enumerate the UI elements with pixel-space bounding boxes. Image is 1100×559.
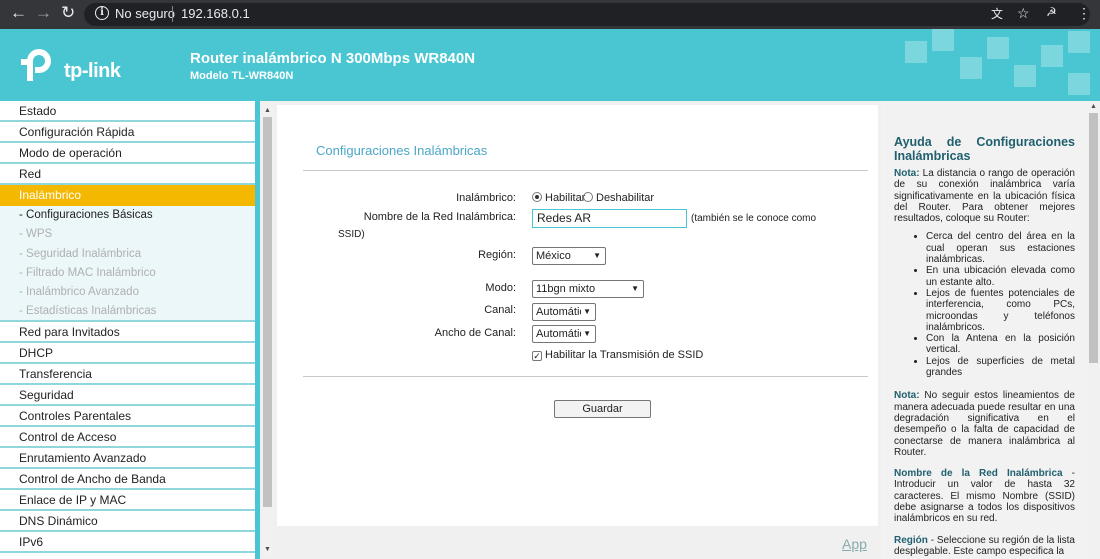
region-label: Región: bbox=[478, 249, 516, 261]
scroll-down-icon[interactable]: ▼ bbox=[264, 546, 271, 553]
translate-icon[interactable]: 文 bbox=[991, 5, 1003, 22]
scroll-up-icon[interactable]: ▲ bbox=[264, 107, 271, 114]
forward-icon[interactable]: → bbox=[35, 3, 52, 23]
header-banner: tp-link Router inalámbrico N 300Mbps WR8… bbox=[0, 29, 1100, 101]
sidebar-item-parental-controls[interactable]: Controles Parentales bbox=[0, 406, 255, 428]
sidebar-item-ipv6[interactable]: IPv6 bbox=[0, 532, 255, 554]
tp-link-logo-icon bbox=[21, 49, 51, 81]
back-icon[interactable]: ← bbox=[10, 3, 27, 23]
help-ssid: Nombre de la Red Inalámbrica - Introduci… bbox=[894, 468, 1075, 525]
ssid-broadcast-checkbox[interactable]: ✓ bbox=[532, 351, 542, 361]
ssid-note-cont: SSID) bbox=[338, 229, 365, 240]
wireless-label: Inalámbrico: bbox=[456, 192, 516, 204]
sidebar-item-access-control[interactable]: Control de Acceso bbox=[0, 427, 255, 449]
help-note-1: Nota: La distancia o rango de operación … bbox=[894, 168, 1075, 225]
browser-toolbar: ← → ↻ i No seguro 192.168.0.1 文 ☆ ☭ ⋮ bbox=[0, 0, 1100, 29]
sidebar-item-dynamic-dns[interactable]: DNS Dinámico bbox=[0, 511, 255, 533]
sidebar-item-bandwidth-control[interactable]: Control de Ancho de Banda bbox=[0, 469, 255, 491]
help-note-2: Nota: No seguir estos lineamientos de ma… bbox=[894, 390, 1075, 458]
chevron-down-icon: ▼ bbox=[581, 304, 591, 320]
main-content: ▲ ▼ Configuraciones Inalámbricas Inalámb… bbox=[260, 101, 881, 559]
wireless-enable-option[interactable]: Habilitar bbox=[532, 192, 585, 204]
scrollbar-thumb[interactable] bbox=[1089, 113, 1098, 363]
section-title: Configuraciones Inalámbricas bbox=[316, 143, 488, 158]
channel-width-select[interactable]: Automático ▼ bbox=[532, 325, 596, 343]
ssid-input[interactable]: Redes AR bbox=[532, 209, 687, 228]
sidebar-subitem-wps[interactable]: - WPS bbox=[0, 225, 255, 245]
menu-kebab-icon[interactable]: ⋮ bbox=[1077, 5, 1091, 22]
incognito-icon[interactable]: ☭ bbox=[1046, 5, 1057, 19]
list-item: Lejos de fuentes potenciales de interfer… bbox=[926, 288, 1075, 333]
bookmark-star-icon[interactable]: ☆ bbox=[1017, 5, 1030, 22]
sidebar-item-quick-setup[interactable]: Configuración Rápida bbox=[0, 122, 255, 143]
divider bbox=[303, 376, 868, 377]
mode-label: Modo: bbox=[485, 282, 516, 294]
chevron-down-icon: ▼ bbox=[593, 251, 601, 260]
sidebar-subitem-wireless-advanced[interactable]: - Inalámbrico Avanzado bbox=[0, 283, 255, 303]
ssid-broadcast-option[interactable]: ✓ Habilitar la Transmisión de SSID bbox=[532, 349, 703, 361]
sidebar-menu: Estado Configuración Rápida Modo de oper… bbox=[0, 101, 260, 559]
divider bbox=[303, 170, 868, 171]
channel-label: Canal: bbox=[484, 304, 516, 316]
sidebar-subitem-mac-filtering[interactable]: - Filtrado MAC Inalámbrico bbox=[0, 263, 255, 284]
channel-width-label: Ancho de Canal: bbox=[434, 327, 516, 339]
help-content: Ayuda de Configuraciones Inalámbricas No… bbox=[894, 135, 1075, 559]
sidebar-item-network[interactable]: Red bbox=[0, 164, 255, 185]
address-separator bbox=[172, 6, 173, 22]
sidebar-item-advanced-routing[interactable]: Enrutamiento Avanzado bbox=[0, 448, 255, 470]
ssid-note: (también se le conoce como bbox=[691, 213, 817, 224]
main-scrollbar[interactable]: ▲ ▼ bbox=[262, 105, 273, 557]
wireless-disable-option[interactable]: Deshabilitar bbox=[583, 192, 654, 204]
sidebar-item-forwarding[interactable]: Transferencia bbox=[0, 364, 255, 386]
scroll-up-icon[interactable]: ▲ bbox=[1090, 103, 1097, 110]
sidebar-item-ip-mac-binding[interactable]: Enlace de IP y MAC bbox=[0, 490, 255, 512]
sidebar-item-wireless[interactable]: Inalámbrico bbox=[0, 185, 255, 206]
channel-select[interactable]: Automático ▼ bbox=[532, 303, 596, 321]
brand-name: tp-link bbox=[64, 60, 121, 82]
help-scrollbar[interactable]: ▲ bbox=[1087, 101, 1100, 559]
region-select[interactable]: México ▼ bbox=[532, 247, 606, 265]
sidebar-item-operation-mode[interactable]: Modo de operación bbox=[0, 143, 255, 164]
info-icon[interactable]: i bbox=[95, 6, 109, 20]
reload-icon[interactable]: ↻ bbox=[61, 3, 75, 23]
help-tips-list: Cerca del centro del área en la cual ope… bbox=[926, 231, 1075, 378]
sidebar-subitem-wireless-security[interactable]: - Seguridad Inalámbrica bbox=[0, 244, 255, 264]
list-item: En una ubicación elevada como un estante… bbox=[926, 265, 1075, 288]
help-panel: Ayuda de Configuraciones Inalámbricas No… bbox=[881, 101, 1100, 559]
mode-select[interactable]: 11bgn mixto ▼ bbox=[532, 280, 644, 298]
ssid-label: Nombre de la Red Inalámbrica: bbox=[363, 211, 516, 223]
sidebar-item-dhcp[interactable]: DHCP bbox=[0, 343, 255, 365]
sidebar-item-guest-network[interactable]: Red para Invitados bbox=[0, 322, 255, 344]
settings-panel: Configuraciones Inalámbricas Inalámbrico… bbox=[277, 105, 878, 526]
help-region: Región - Seleccione su región de la list… bbox=[894, 534, 1075, 557]
security-label[interactable]: No seguro bbox=[115, 6, 175, 21]
list-item: Con la Antena en la posición vertical. bbox=[926, 333, 1075, 356]
model-name: Modelo TL-WR840N bbox=[190, 70, 294, 82]
help-title: Ayuda de Configuraciones Inalámbricas bbox=[894, 135, 1075, 163]
save-button[interactable]: Guardar bbox=[554, 400, 651, 418]
sidebar-subitem-wireless-stats[interactable]: - Estadísticas Inalámbricas bbox=[0, 302, 255, 323]
page-title: Router inalámbrico N 300Mbps WR840N bbox=[190, 50, 476, 67]
chevron-down-icon: ▼ bbox=[631, 284, 639, 293]
sidebar-item-estado[interactable]: Estado bbox=[0, 101, 255, 122]
scrollbar-thumb[interactable] bbox=[263, 117, 272, 507]
sidebar-item-security[interactable]: Seguridad bbox=[0, 385, 255, 407]
list-item: Cerca del centro del área en la cual ope… bbox=[926, 231, 1075, 265]
list-item: Lejos de superficies de metal grandes bbox=[926, 356, 1075, 379]
url-text[interactable]: 192.168.0.1 bbox=[181, 6, 250, 21]
sidebar-subitem-basic-settings[interactable]: - Configuraciones Básicas bbox=[0, 206, 255, 226]
enable-radio[interactable] bbox=[532, 192, 542, 202]
chevron-down-icon: ▼ bbox=[581, 326, 591, 342]
app-link[interactable]: App bbox=[842, 536, 867, 552]
disable-radio[interactable] bbox=[583, 192, 593, 202]
